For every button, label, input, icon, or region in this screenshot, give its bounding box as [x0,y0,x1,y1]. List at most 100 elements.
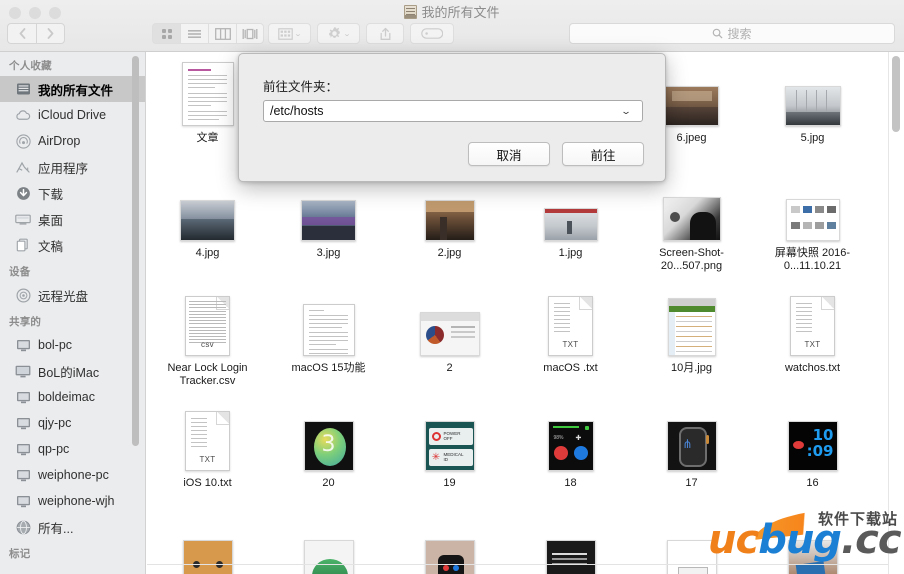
photo-thumbnail: 10 :09 [787,421,838,471]
photo-thumbnail: ⋔ [666,421,717,471]
file-label: 3.jpg [316,247,341,259]
file-item[interactable]: 2 [389,282,510,397]
sidebar-item-label: iCloud Drive [38,108,107,122]
pc-icon [15,337,31,353]
sidebar-item-label: 下载 [38,187,64,202]
sidebar-item-boldeimac[interactable]: boldeimac [0,384,145,410]
file-item[interactable]: 屏幕快照 2016-0...11.10.21 [752,167,873,282]
file-thumbnail [181,60,234,126]
content-scrollbar-thumb[interactable] [892,56,900,132]
window-title: 我的所有文件 [0,3,904,20]
file-item[interactable]: 1.jpg [510,167,631,282]
sidebar[interactable]: 个人收藏 我的所有文件 iCloud Drive AirDrop 应用程序 下载… [0,52,146,574]
share-button[interactable] [366,23,404,44]
file-thumbnail [785,175,840,241]
file-item[interactable]: 4.jpg [147,167,268,282]
file-item[interactable]: macOS 15功能 [268,282,389,397]
icon-list-icon [188,29,201,38]
sidebar-item-all-network[interactable]: 所有... [0,514,145,540]
sidebar-item-remote-disc[interactable]: 远程光盘 [0,282,145,308]
file-item[interactable]: csv Near Lock Login Tracker.csv [147,282,268,397]
file-item[interactable]: 2.jpg [389,167,510,282]
back-button[interactable] [7,23,36,44]
remote-disc-icon [15,287,31,303]
column-view-button[interactable] [208,23,236,44]
icon-view-button[interactable] [152,23,180,44]
file-item[interactable]: TXT iOS 10.txt [147,397,268,512]
photo-thumbnail: 98% ✚ [547,421,594,471]
photo-thumbnail [303,540,354,574]
file-item[interactable]: ⋔ 17 [631,397,752,512]
window-title-text: 我的所有文件 [421,5,500,20]
sidebar-section-tags-header: 标记 [9,548,31,560]
all-my-files-icon [404,4,418,19]
file-item[interactable]: 10 :09 16 [752,397,873,512]
tag-icon [421,28,443,39]
sidebar-item-qjy-pc[interactable]: qjy-pc [0,410,145,436]
sidebar-scrollbar[interactable] [132,56,139,446]
forward-button[interactable] [36,23,65,44]
downloads-icon [15,185,31,201]
go-button[interactable]: 前往 [562,142,644,166]
file-item[interactable]: 3 20 [268,397,389,512]
photo-thumbnail [182,540,233,574]
share-group [366,23,404,44]
sidebar-item-weiphone-pc[interactable]: weiphone-pc [0,462,145,488]
chevron-right-icon [47,28,54,39]
coverflow-view-button[interactable] [236,23,264,44]
window-screenshot-thumbnail [419,312,480,356]
sidebar-item-downloads[interactable]: 下载 [0,180,145,206]
sidebar-item-applications[interactable]: 应用程序 [0,154,145,180]
file-item[interactable]: 5.jpg [752,52,873,167]
file-item[interactable]: 98% ✚ 18 [510,397,631,512]
photo-thumbnail [784,86,841,126]
sidebar-item-icloud-drive[interactable]: iCloud Drive [0,102,145,128]
content-scrollbar-track[interactable] [888,52,904,574]
sidebar-item-weiphone-wjh[interactable]: weiphone-wjh [0,488,145,514]
file-item[interactable]: TXT watchos.txt [752,282,873,397]
desktop-icon [15,211,31,227]
file-thumbnail [543,175,598,241]
file-item[interactable]: 10月.jpg [631,282,752,397]
view-mode-segmented [152,23,264,44]
sidebar-section-favorites-header: 个人收藏 [9,60,52,72]
sidebar-item-desktop[interactable]: 桌面 [0,206,145,232]
file-thumbnail [784,60,841,126]
file-label: macOS .txt [543,362,598,374]
cancel-button[interactable]: 取消 [468,142,550,166]
sidebar-item-all-my-files[interactable]: 我的所有文件 [0,76,145,102]
file-item[interactable]: ✳ POWER OFF MEDICAL ID 19 [389,397,510,512]
file-item[interactable]: 3.jpg [268,167,389,282]
file-item[interactable]: Screen-Shot-20...507.png [631,167,752,282]
sidebar-item-label: 应用程序 [38,161,89,176]
sidebar-item-documents[interactable]: 文稿 [0,232,145,258]
file-thumbnail [666,520,717,574]
file-thumbnail [419,290,480,356]
photo-thumbnail [545,540,596,574]
file-thumbnail [424,175,475,241]
search-input[interactable]: 搜索 [569,23,895,44]
file-item[interactable]: TXT macOS .txt [510,282,631,397]
share-icon [380,27,390,40]
file-thumbnail: 3 [303,405,354,471]
folder-path-input[interactable] [264,101,614,121]
go-to-folder-dialog[interactable]: 前往文件夹： ⌄ 取消 前往 [238,53,666,182]
action-button[interactable]: ⌄ [317,23,360,44]
sidebar-item-bol-imac[interactable]: BoL的iMac [0,358,145,384]
folder-path-combobox[interactable]: ⌄ [263,100,643,122]
sidebar-item-label: bol-pc [38,338,73,352]
file-thumbnail [303,520,354,574]
list-view-button[interactable] [180,23,208,44]
file-thumbnail: TXT [185,405,230,471]
file-label: 16 [806,477,819,489]
file-label: 1.jpg [558,247,583,259]
sidebar-item-bol-pc[interactable]: bol-pc [0,332,145,358]
tag-button[interactable] [410,23,454,44]
sidebar-item-airdrop[interactable]: AirDrop [0,128,145,154]
arrange-button[interactable]: ⌄ [268,23,311,44]
all-my-files-icon [15,81,31,97]
sidebar-item-qp-pc[interactable]: qp-pc [0,436,145,462]
applications-icon [15,159,31,175]
chevron-down-icon[interactable]: ⌄ [608,101,644,121]
tag-group [410,23,454,44]
